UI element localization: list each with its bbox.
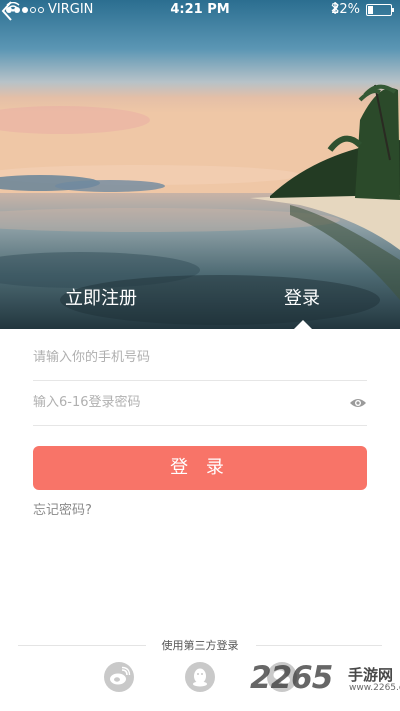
- weibo-login-button[interactable]: [104, 662, 134, 692]
- battery-icon: [366, 3, 394, 16]
- forgot-password-link[interactable]: 忘记密码?: [33, 499, 92, 518]
- beach-photo: [0, 0, 400, 329]
- watermark-url: www.2265.com: [349, 683, 400, 693]
- divider-line-right: [256, 645, 382, 646]
- password-input[interactable]: [33, 395, 333, 410]
- weibo-icon: [110, 666, 131, 685]
- qq-icon: [193, 668, 207, 687]
- password-field: [33, 381, 367, 426]
- phone-input[interactable]: [33, 350, 333, 365]
- third-party-divider: 使用第三方登录: [0, 637, 400, 653]
- hero-banner: VIRGIN 4:21 PM 22% 立即注册 登录: [0, 0, 400, 329]
- eye-icon[interactable]: [349, 397, 367, 409]
- tab-register[interactable]: 立即注册: [65, 284, 137, 310]
- active-tab-indicator: [294, 320, 312, 329]
- tab-login[interactable]: 登录: [284, 284, 320, 310]
- status-right: 22%: [331, 2, 394, 17]
- login-button[interactable]: 登 录: [33, 446, 367, 490]
- back-arrow-icon[interactable]: [0, 0, 14, 22]
- bluetooth-icon: [331, 2, 339, 14]
- watermark-site: 手游网: [348, 666, 394, 684]
- status-bar: VIRGIN 4:21 PM 22%: [0, 0, 400, 20]
- qq-login-button[interactable]: [185, 662, 215, 692]
- phone-field: [33, 336, 367, 381]
- watermark-number: 2265: [250, 660, 333, 696]
